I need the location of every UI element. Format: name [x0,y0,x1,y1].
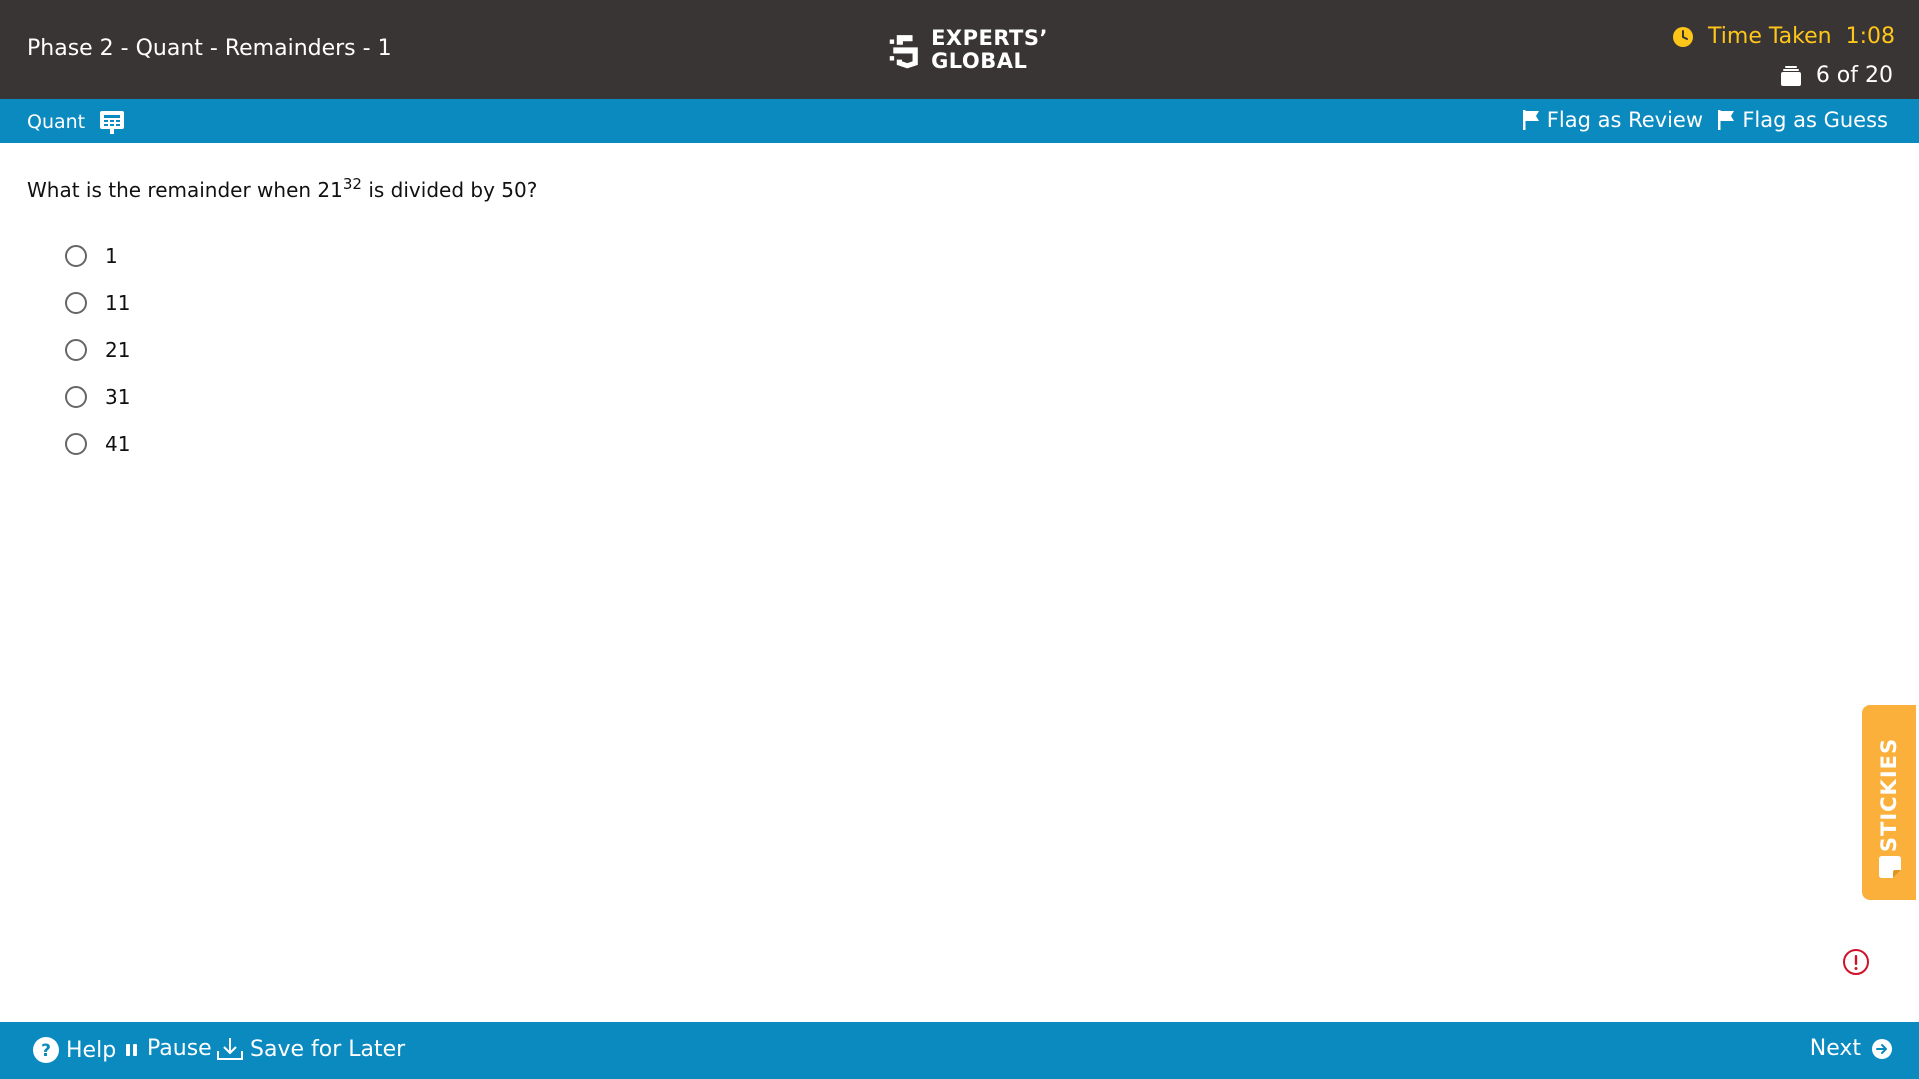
svg-text:?: ? [41,1041,51,1061]
stickies-label: STICKIES [1877,737,1901,853]
answer-option[interactable]: 11 [65,279,130,326]
section-label: Quant [27,111,86,133]
question-text-before: What is the remainder when 21 [27,178,343,202]
option-label: 21 [105,337,131,362]
answer-options: 1 11 21 31 41 [65,232,130,467]
logo-mark-icon [889,35,918,69]
radio-button[interactable] [65,244,87,267]
save-label: Save for Later [250,1036,406,1062]
pause-icon [126,1043,137,1056]
flag-as-review-button[interactable]: Flag as Review [1521,108,1703,132]
next-button[interactable]: Next [1810,1036,1893,1061]
option-label: 11 [105,290,131,315]
experts-global-logo: EXPERTS’ GLOBAL [888,26,1048,74]
pause-label: Pause [147,1036,212,1061]
arrow-right-circle-icon [1872,1038,1892,1059]
timer: Time Taken 1:08 [1672,24,1895,49]
flag-guess-label: Flag as Guess [1742,108,1888,132]
download-icon [217,1038,243,1060]
footer-bar: ? Help Pause Save for Later Next [0,1022,1919,1079]
question-progress: 6 of 20 [1780,63,1893,88]
next-label: Next [1809,1036,1861,1061]
option-label: 31 [105,384,131,409]
flag-as-guess-button[interactable]: Flag as Guess [1716,108,1888,132]
radio-button[interactable] [65,291,87,314]
radio-button[interactable] [65,338,87,361]
answer-option[interactable]: 21 [65,326,130,373]
save-for-later-button[interactable]: Save for Later [216,1036,405,1062]
stack-icon [1780,65,1801,86]
help-icon: ? [33,1037,59,1063]
calculator-icon[interactable] [99,109,125,135]
logo-text-line1: EXPERTS’ [931,26,1048,50]
section-name: Quant [27,109,125,135]
timer-label: Time Taken [1708,24,1832,49]
question-text: What is the remainder when 2132 is divid… [27,175,538,203]
progress-text: 6 of 20 [1815,63,1893,88]
radio-button[interactable] [65,432,87,455]
pause-button[interactable]: Pause [123,1036,212,1061]
exam-title: Phase 2 - Quant - Remainders - 1 [27,36,392,61]
answer-option[interactable]: 1 [65,232,130,279]
help-label: Help [66,1037,117,1063]
timer-value: 1:08 [1845,24,1895,49]
option-label: 1 [105,243,118,268]
radio-button[interactable] [65,385,87,408]
question-exponent: 32 [342,175,362,193]
top-header: Phase 2 - Quant - Remainders - 1 EXPERTS… [0,0,1919,99]
flag-icon [1718,110,1735,130]
stickies-tab[interactable]: STICKIES [1862,705,1916,900]
flag-icon [1522,110,1539,130]
logo-text-line2: GLOBAL [931,49,1028,73]
flag-review-label: Flag as Review [1546,108,1703,132]
answer-option[interactable]: 41 [65,420,130,467]
answer-option[interactable]: 31 [65,373,130,420]
clock-icon [1673,26,1694,47]
question-text-after: is divided by 50? [361,178,538,202]
alert-icon[interactable] [1842,948,1870,976]
section-bar: Quant Flag as Review Flag as Guess [0,99,1919,143]
sticky-note-icon [1879,856,1901,878]
help-button[interactable]: ? Help [32,1036,116,1064]
option-label: 41 [105,431,131,456]
